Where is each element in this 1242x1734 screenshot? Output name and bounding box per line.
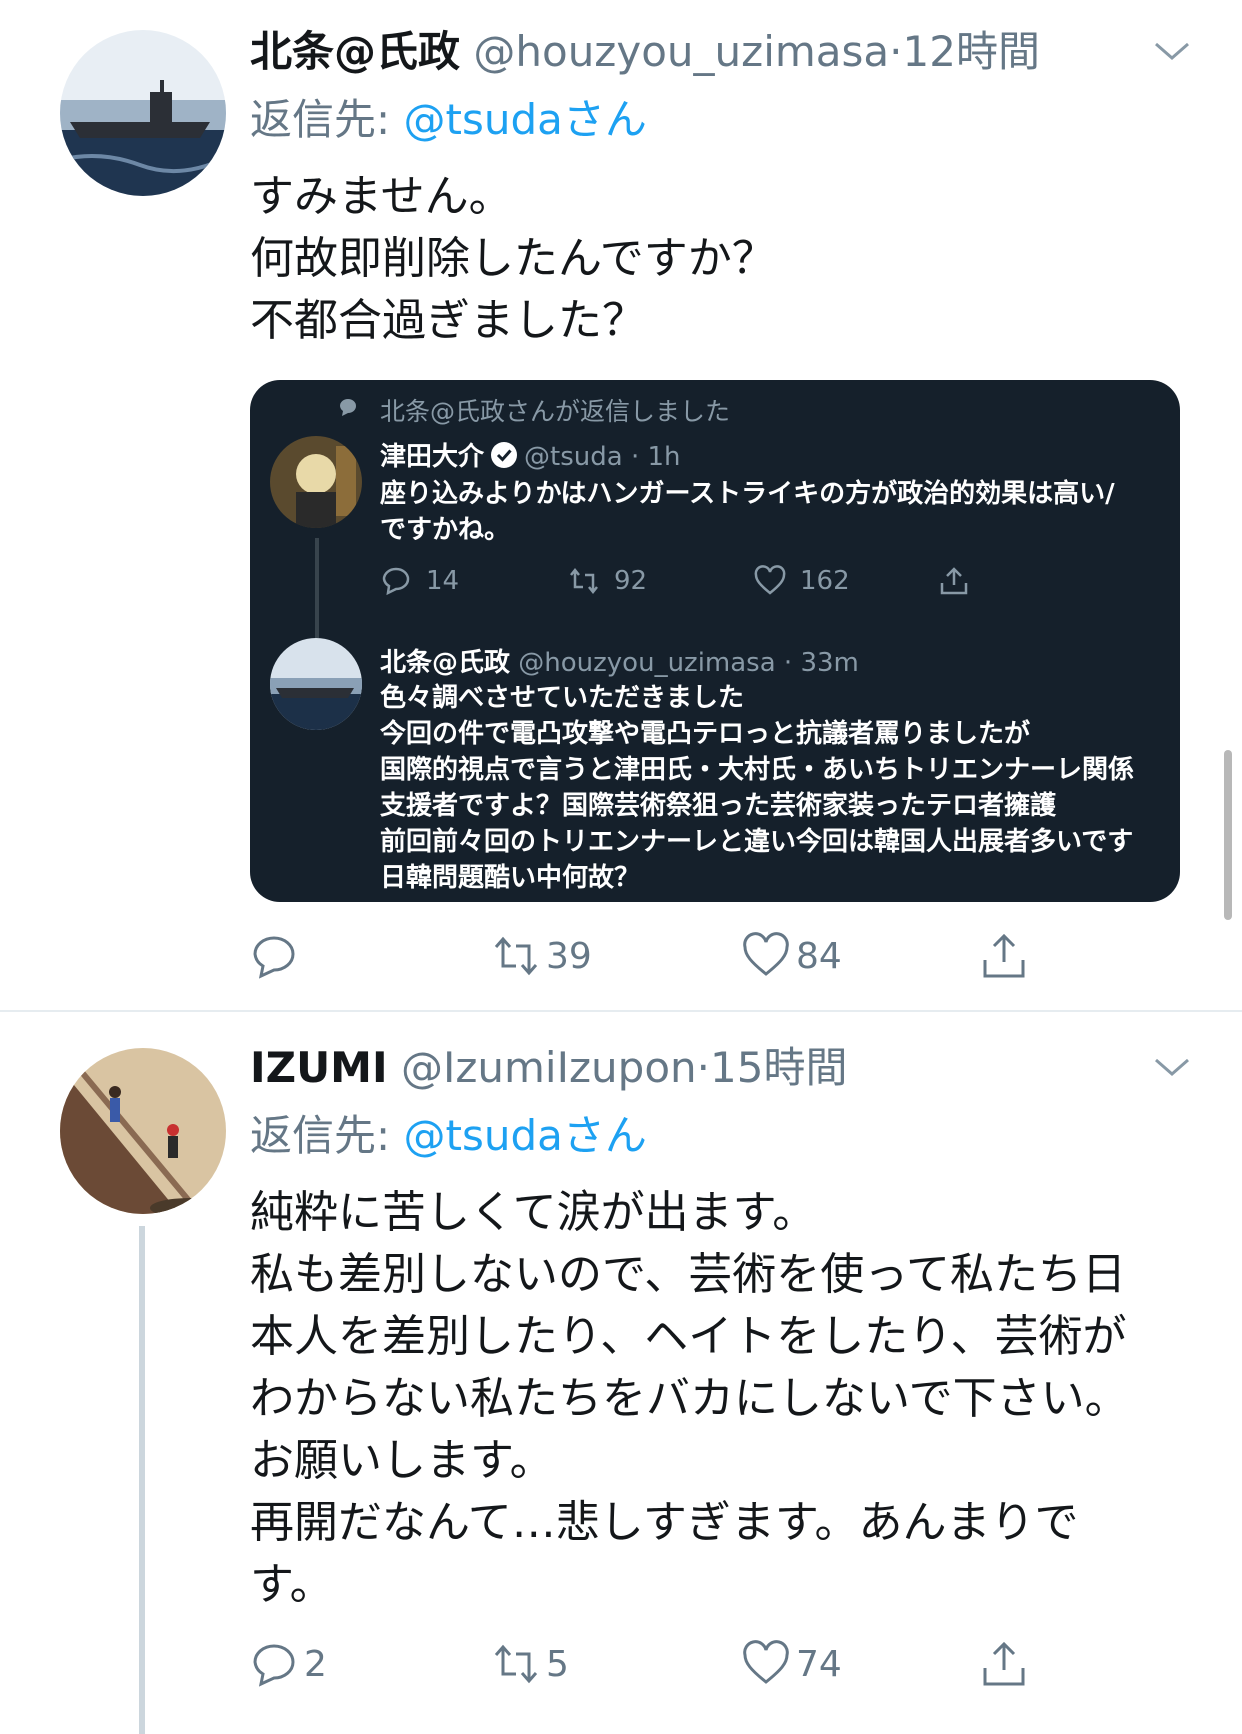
timestamp[interactable]: 15時間 [710, 1043, 847, 1092]
display-name: 北条@氏政 [380, 648, 511, 678]
avatar[interactable] [60, 30, 226, 196]
attached-image[interactable]: 北条@氏政さんが返信しました 津田大介 @tsuda · 1h 座り込みよりかはハ… [250, 380, 1180, 902]
timestamp: · 1h [630, 442, 681, 472]
tweet-text-line: 私も差別しないので、芸術を使って私たち日 [250, 1249, 1127, 1300]
thread-line [139, 1226, 145, 1734]
tweet-1[interactable]: 北条@氏政 @houzyou_uzimasa·12時間 返信先: @tsudaさ… [0, 0, 1242, 1010]
like-count: 162 [800, 566, 850, 596]
tweet-text-line: 再開だなんて…悲しすぎます。あんまりで [250, 1497, 1079, 1548]
timestamp[interactable]: 12時間 [903, 27, 1040, 76]
tweet-header: IZUMI @IzumiIzupon·15時間 [250, 1042, 847, 1094]
retweet-icon [570, 567, 598, 595]
reply-mention-link[interactable]: @tsudaさん [404, 95, 647, 144]
reply-icon [253, 1644, 295, 1687]
reply-action: 14 [380, 565, 459, 597]
reply-button[interactable]: 2 [250, 1634, 327, 1694]
tweet-text-line: 前回前々回のトリエンナーレと違い今回は韓国人出展者多いです [380, 827, 1134, 857]
display-name[interactable]: 北条@氏政 [250, 27, 460, 76]
tweet-text-line: す。 [250, 1559, 334, 1610]
tweet-text-line: 本人を差別したり、ヘイトをしたり、芸術が [250, 1311, 1127, 1362]
like-button[interactable]: 74 [742, 1634, 842, 1694]
reply-to-label: 返信先: [250, 95, 404, 144]
share-button[interactable] [980, 1634, 1028, 1694]
retweet-count: 39 [546, 935, 592, 977]
tweet-text-line: 今回の件で電凸攻撃や電凸テロっと抗議者罵りましたが [380, 719, 1031, 749]
tweet-text-line: すみません。 [250, 171, 513, 222]
reply-bubble-icon [340, 399, 356, 416]
reply-icon [253, 936, 295, 979]
heart-icon [743, 932, 789, 976]
reply-icon [382, 567, 410, 596]
avatar [270, 436, 362, 528]
share-icon [983, 933, 1025, 978]
user-handle: @houzyou_uzimasa [518, 648, 776, 678]
retweet-button[interactable]: 5 [492, 1634, 569, 1694]
avatar[interactable] [60, 1048, 226, 1214]
tweet-text-line: 何故即削除したんですか？ [250, 233, 776, 284]
like-count: 74 [796, 1643, 842, 1685]
retweet-icon [494, 1644, 538, 1684]
reply-button[interactable] [250, 926, 304, 986]
display-name[interactable]: IZUMI [250, 1043, 388, 1092]
thread-line [315, 538, 319, 638]
tweet-text-line: 支援者ですよ？国際芸術祭狙った芸術家装ったテロ者擁護 [380, 791, 1057, 821]
reply-to-label: 返信先: [250, 1111, 404, 1160]
embedded-tweet-header: 津田大介 @tsuda · 1h [380, 436, 681, 473]
chevron-down-icon[interactable] [1152, 1052, 1192, 1082]
tweet-text-line: わからない私たちをバカにしないで下さい。 [250, 1373, 1129, 1424]
tweet-text-line: お願いします。 [250, 1435, 554, 1486]
tweet-text-line: 日韓問題酷い中何故？ [380, 863, 641, 893]
tweet-text-line: 国際的視点で言うと津田氏・大村氏・あいちトリエンナーレ関係 [380, 755, 1135, 785]
tweet-text: 純粋に苦しくて涙が出ます。 私も差別しないので、芸術を使って私たち日 本人を差別… [250, 1182, 1129, 1616]
retweet-icon [494, 936, 538, 976]
share-icon [983, 1641, 1025, 1686]
reply-to: 返信先: @tsudaさん [250, 94, 647, 146]
share-button[interactable] [980, 926, 1028, 986]
user-handle: @tsuda [524, 442, 623, 472]
chevron-down-icon[interactable] [1152, 36, 1192, 66]
embedded-tweet-text: 色々調べさせていただきました 今回の件で電凸攻撃や電凸テロっと抗議者罵りましたが… [380, 680, 1134, 896]
separator-dot: · [889, 27, 903, 76]
heart-icon [743, 1640, 789, 1684]
retweet-count: 5 [546, 1643, 569, 1685]
embedded-tweet-header: 北条@氏政 @houzyou_uzimasa · 33m [380, 642, 859, 679]
reply-count: 2 [304, 1643, 327, 1685]
tweet-text-line: 不都合過ぎました？ [250, 295, 646, 346]
tweet-text: すみません。 何故即削除したんですか？ 不都合過ぎました？ [250, 166, 776, 352]
user-handle[interactable]: @houzyou_uzimasa [473, 27, 889, 76]
tweet-2[interactable]: IZUMI @IzumiIzupon·15時間 返信先: @tsudaさん 純粋… [0, 1012, 1242, 1734]
reply-context: 北条@氏政さんが返信しました [380, 397, 731, 426]
heart-icon [754, 565, 786, 595]
user-handle[interactable]: @IzumiIzupon [401, 1043, 697, 1092]
tweet-text-line: 座り込みよりかはハンガーストライキの方が政治的効果は高い/ [380, 479, 1115, 509]
tweet-header: 北条@氏政 @houzyou_uzimasa·12時間 [250, 26, 1040, 78]
scrollbar[interactable] [1224, 750, 1232, 920]
embedded-tweet-text: 座り込みよりかはハンガーストライキの方が政治的効果は高い/ ですかね。 [380, 476, 1115, 548]
retweet-count: 92 [614, 566, 648, 596]
reply-mention-link[interactable]: @tsudaさん [404, 1111, 647, 1160]
tweet-text-line: 純粋に苦しくて涙が出ます。 [250, 1187, 817, 1238]
separator-dot: · [696, 1043, 710, 1092]
like-button[interactable]: 84 [742, 926, 842, 986]
tweet-text-line: ですかね。 [380, 515, 511, 545]
tweet-actions: 2 5 74 [250, 1634, 1150, 1694]
reply-to: 返信先: @tsudaさん [250, 1110, 647, 1162]
tweet-actions: 39 84 [250, 926, 1150, 986]
share-action [938, 565, 984, 597]
retweet-action: 92 [568, 565, 647, 597]
like-action: 162 [754, 565, 850, 597]
share-icon [940, 567, 968, 595]
display-name: 津田大介 [380, 442, 485, 472]
reply-count: 14 [426, 566, 460, 596]
verified-badge-icon [491, 442, 518, 468]
retweet-button[interactable]: 39 [492, 926, 592, 986]
tweet-text-line: 色々調べさせていただきました [380, 683, 745, 713]
like-count: 84 [796, 935, 842, 977]
timestamp: · 33m [783, 648, 859, 678]
avatar [270, 638, 362, 730]
